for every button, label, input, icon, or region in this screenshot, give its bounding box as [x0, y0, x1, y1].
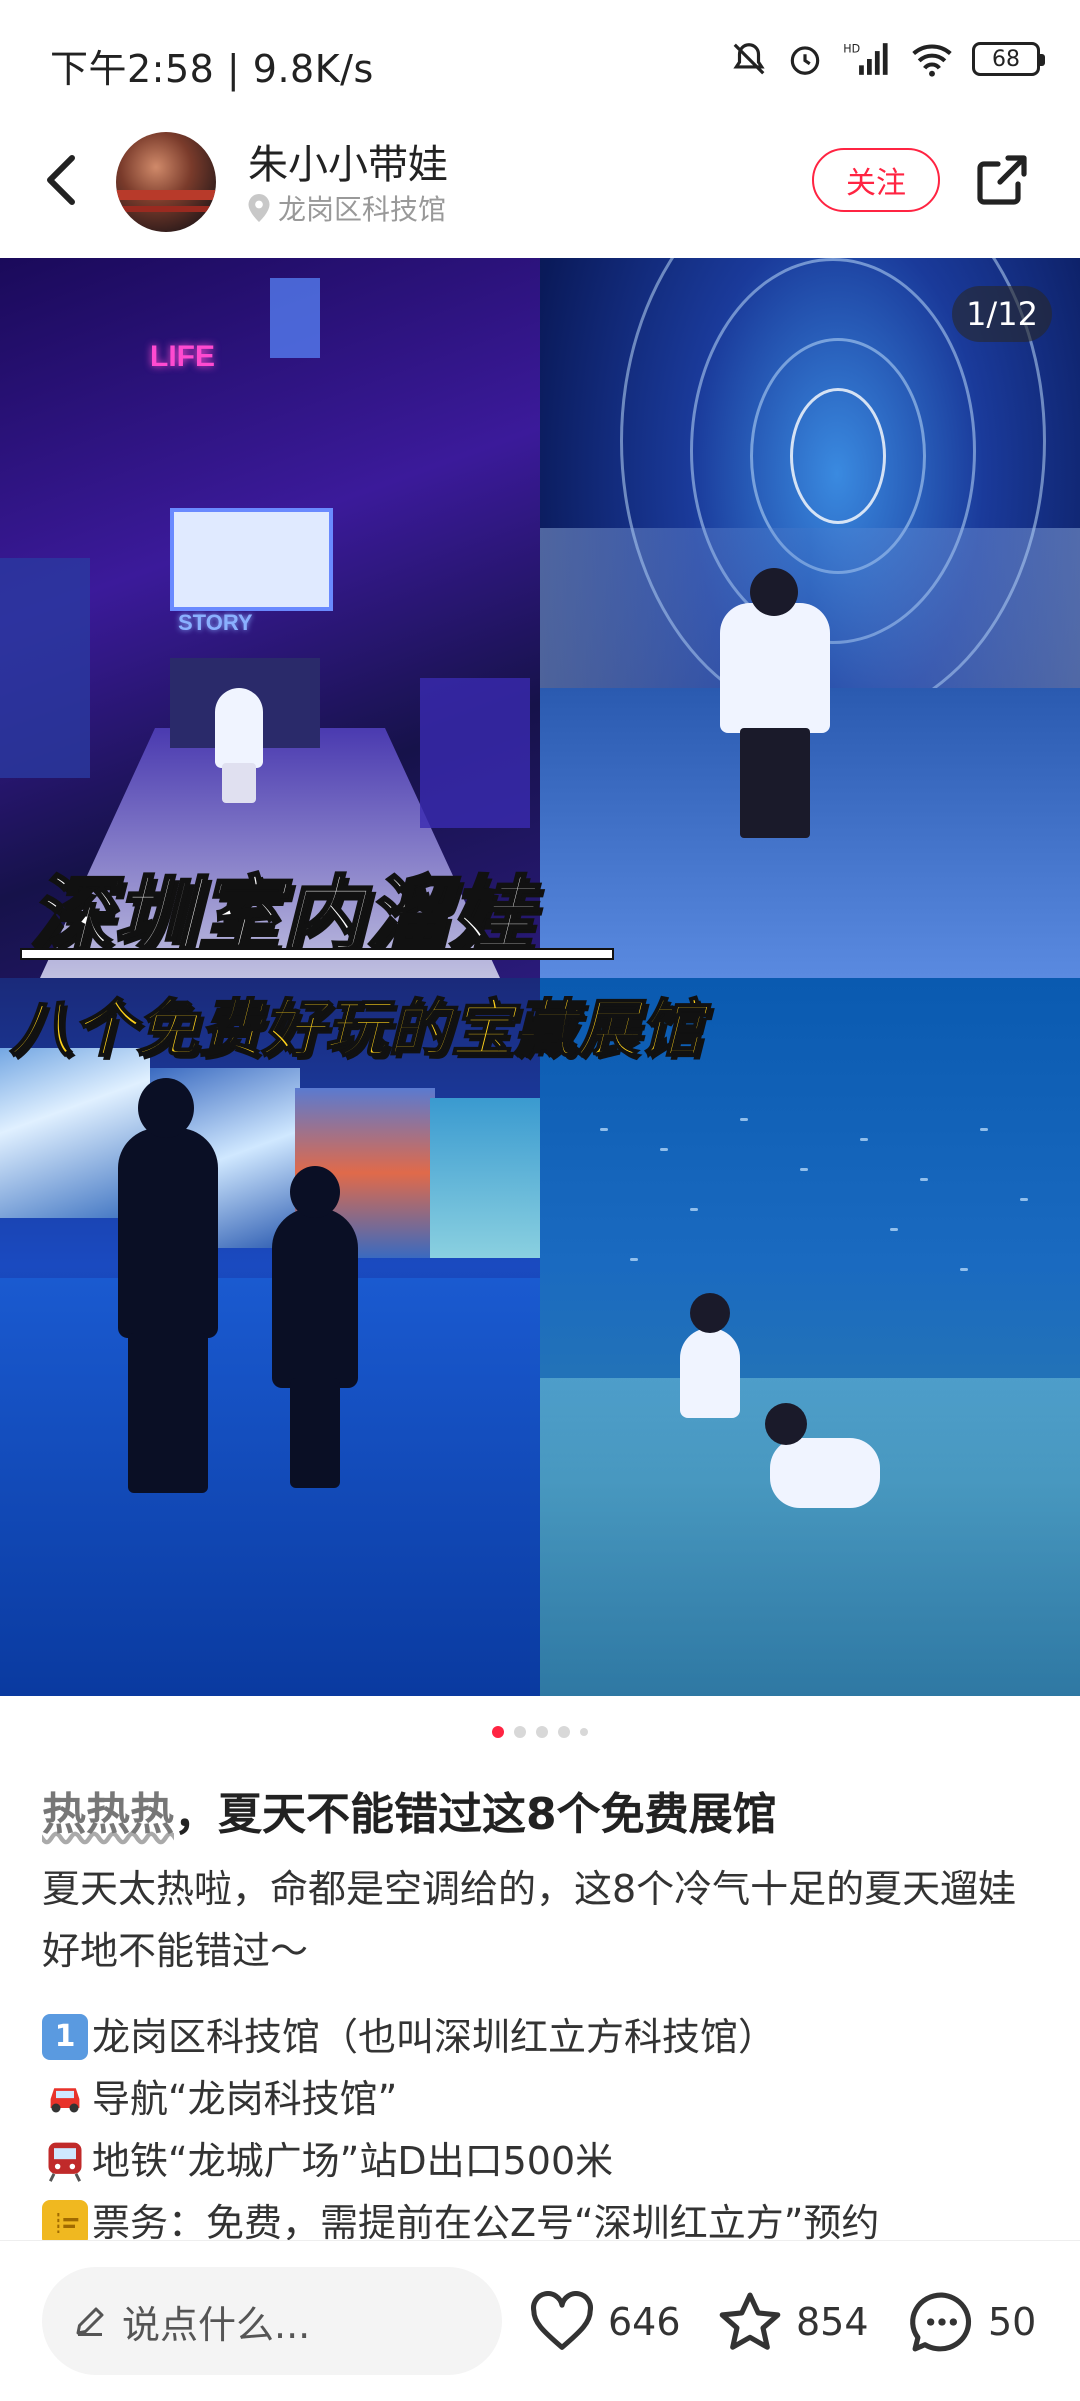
- signal-icon: HD: [843, 43, 888, 75]
- like-button[interactable]: 646: [528, 2277, 681, 2367]
- favorite-count: 854: [796, 2300, 869, 2344]
- author-name[interactable]: 朱小小带娃: [248, 132, 448, 190]
- location-pin-icon: [248, 194, 270, 222]
- status-time: 下午2:58 | 9.8K/s: [50, 47, 374, 91]
- car-icon: [42, 2076, 88, 2122]
- keycap-one-icon: 1: [42, 2014, 88, 2060]
- list-item: 导航“龙岗科技馆”: [42, 2068, 1052, 2130]
- page-counter: 1/12: [952, 286, 1052, 342]
- battery-level: 68: [992, 46, 1020, 72]
- image-carousel[interactable]: LIFE STORY 深圳室内溜娃 八个免费好玩的宝藏展馆 1/12: [0, 258, 1080, 1696]
- comment-count: 50: [988, 2300, 1037, 2344]
- cover-title-underline: [20, 948, 614, 960]
- comment-input[interactable]: 说点什么...: [42, 2267, 502, 2375]
- chevron-left-icon: [47, 155, 75, 205]
- svg-text:HD: HD: [843, 43, 860, 56]
- photo-ocean-projection: [540, 978, 1080, 1696]
- avatar[interactable]: [116, 132, 216, 232]
- list-item-text: 导航“龙岗科技馆”: [92, 2077, 398, 2121]
- follow-button[interactable]: 关注: [812, 148, 940, 212]
- wifi-icon: [912, 44, 952, 77]
- back-button[interactable]: [30, 150, 90, 210]
- carousel-indicator: [0, 1724, 1080, 1740]
- favorite-button[interactable]: 854: [716, 2277, 869, 2367]
- post-description: 夏天太热啦，命都是空调给的，这8个冷气十足的夏天遛娃好地不能错过～: [42, 1867, 1017, 1973]
- mute-icon: [733, 43, 765, 75]
- neon-sign-story: STORY: [178, 610, 253, 635]
- battery-icon: 68: [972, 42, 1045, 76]
- heart-icon: [531, 2291, 593, 2350]
- list-item-text: 地铁“龙城广场”站D出口500米: [92, 2139, 614, 2183]
- photo-screen-wall: [0, 978, 540, 1696]
- comment-placeholder: 说点什么...: [122, 2302, 311, 2347]
- carousel-dot[interactable]: [580, 1728, 588, 1736]
- cover-subtitle: 八个免费好玩的宝藏展馆: [9, 991, 704, 1066]
- carousel-dot[interactable]: [492, 1726, 504, 1738]
- post-body-list: 1 龙岗区科技馆（也叫深圳红立方科技馆） 导航“龙岗科技馆” 地铁“龙城广场”站…: [42, 2006, 1052, 2254]
- list-item: 地铁“龙城广场”站D出口500米: [42, 2130, 1052, 2192]
- status-bar: 下午2:58 | 9.8K/s HD 68: [0, 0, 1080, 120]
- bottom-action-bar: 说点什么... 646 854 50: [0, 2240, 1080, 2401]
- carousel-dot[interactable]: [558, 1726, 570, 1738]
- post-title-prefix: 热热热: [42, 1789, 174, 1840]
- neon-sign-life: LIFE: [150, 340, 215, 373]
- list-item: 1 龙岗区科技馆（也叫深圳红立方科技馆）: [42, 2006, 1052, 2068]
- alarm-icon: [790, 46, 820, 75]
- share-button[interactable]: [970, 148, 1034, 212]
- share-icon: [977, 155, 1027, 205]
- post-header: 朱小小带娃 龙岗区科技馆 关注: [0, 120, 1080, 260]
- comment-bubble-icon: [910, 2292, 972, 2352]
- location-tag[interactable]: 龙岗区科技馆: [248, 188, 446, 228]
- post-title: 热热热，夏天不能错过这8个免费展馆: [42, 1778, 777, 1842]
- location-label: 龙岗区科技馆: [278, 193, 447, 226]
- metro-icon: [42, 2138, 88, 2184]
- carousel-dot[interactable]: [514, 1726, 526, 1738]
- post-title-rest: ，夏天不能错过这8个免费展馆: [174, 1789, 777, 1840]
- star-icon: [719, 2292, 781, 2350]
- carousel-dot[interactable]: [536, 1726, 548, 1738]
- list-item-text: 龙岗区科技馆（也叫深圳红立方科技馆）: [92, 2015, 777, 2059]
- like-count: 646: [608, 2300, 681, 2344]
- photo-light-tunnel: [540, 258, 1080, 978]
- status-icons: HD 68: [730, 40, 1045, 78]
- comment-button[interactable]: 50: [908, 2277, 1036, 2367]
- pencil-icon: [76, 2307, 104, 2336]
